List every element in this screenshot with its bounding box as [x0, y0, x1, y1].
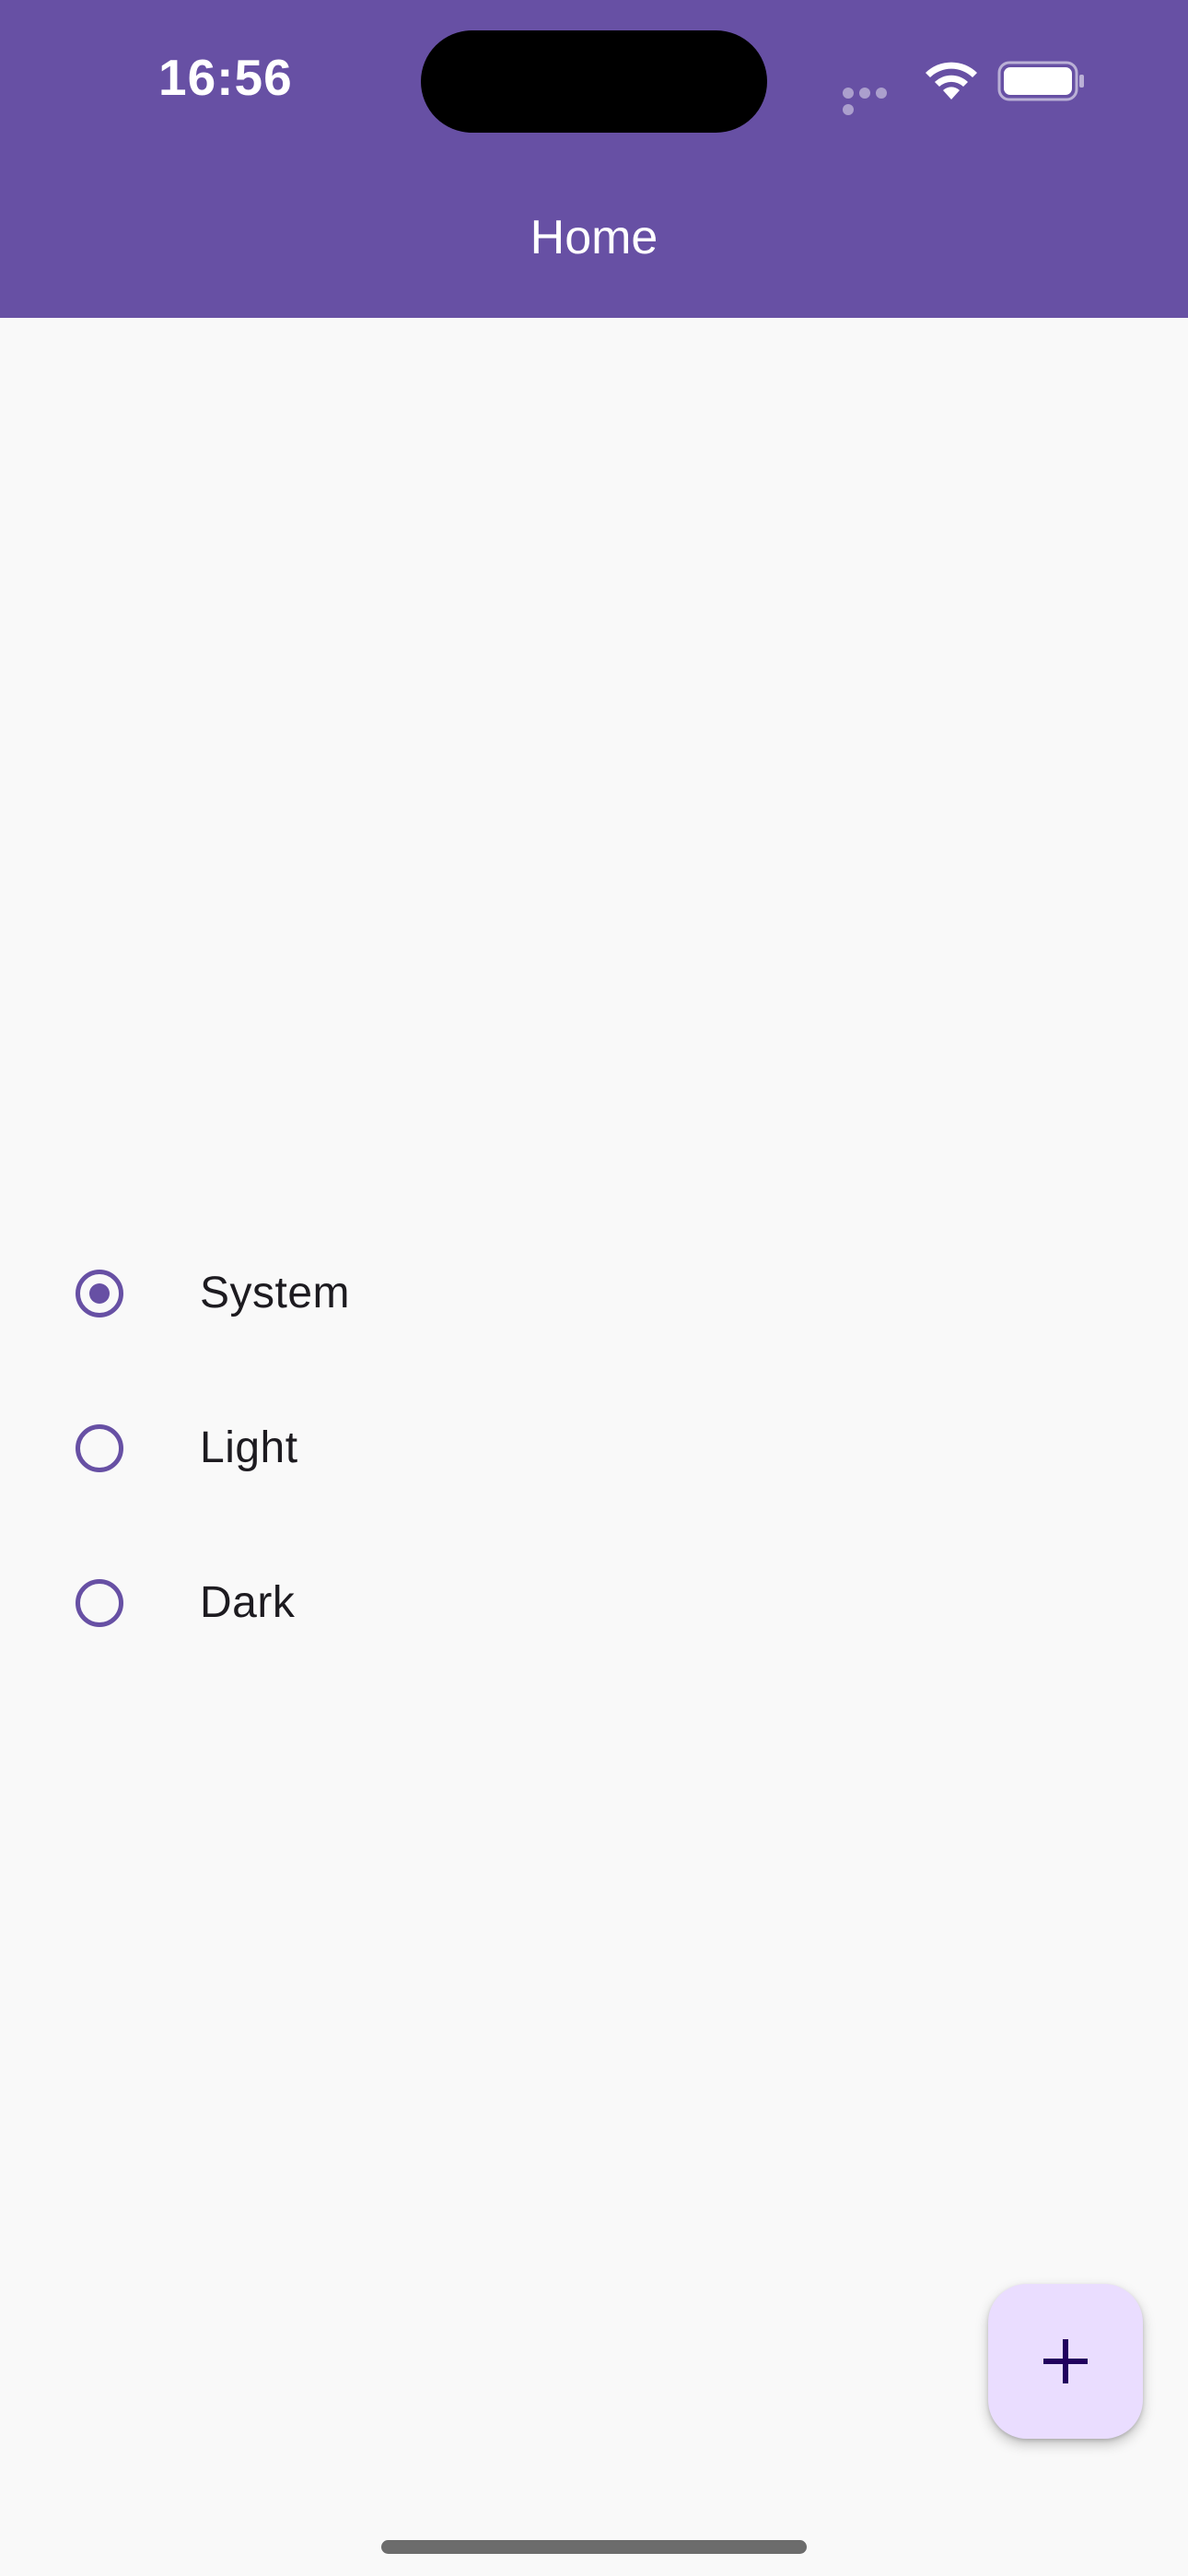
home-indicator[interactable] — [381, 2540, 807, 2554]
radio-label: Dark — [200, 1578, 296, 1627]
page-title: Home — [530, 211, 658, 264]
radio-option-system[interactable]: System — [0, 1221, 1188, 1368]
home-screen: 16:56 Home System Light Dark — [0, 0, 1188, 2576]
radio-label: System — [200, 1269, 351, 1317]
radio-button-selected[interactable] — [76, 1270, 123, 1317]
signal-icon — [843, 87, 907, 115]
radio-label: Light — [200, 1423, 298, 1472]
status-time: 16:56 — [158, 49, 293, 106]
radio-option-light[interactable]: Light — [0, 1376, 1188, 1523]
radio-button[interactable] — [76, 1424, 123, 1472]
plus-icon — [1043, 2339, 1088, 2383]
radio-selected-dot — [89, 1283, 110, 1304]
dynamic-island — [421, 30, 767, 133]
radio-option-dark[interactable]: Dark — [0, 1530, 1188, 1678]
app-bar: 16:56 Home — [0, 0, 1188, 318]
battery-icon — [997, 61, 1084, 101]
radio-button[interactable] — [76, 1579, 123, 1627]
add-fab-button[interactable] — [988, 2284, 1143, 2439]
wifi-icon — [926, 62, 977, 100]
